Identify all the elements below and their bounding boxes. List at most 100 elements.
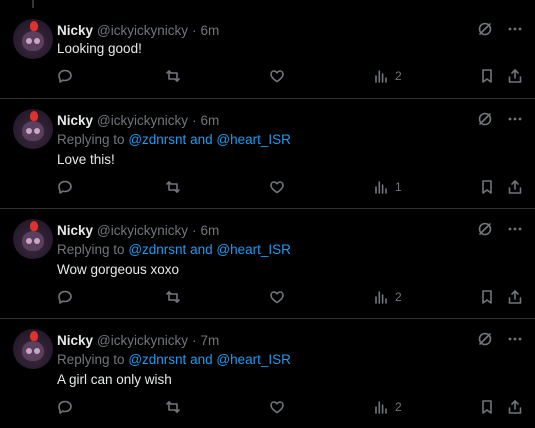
retweet-icon (165, 68, 181, 84)
author-name[interactable]: Nicky (57, 113, 93, 128)
like-button[interactable] (269, 399, 285, 415)
avatar-eye (34, 128, 40, 134)
mention-link[interactable]: @heart_ISR (216, 352, 291, 367)
tweet-actions: 2 (57, 68, 527, 86)
author-handle[interactable]: @ickyickynicky (97, 333, 188, 348)
retweet-button[interactable] (165, 68, 181, 84)
avatar-eye (26, 238, 32, 244)
tweet-text: A girl can only wish (57, 372, 172, 387)
bookmark-button[interactable] (479, 179, 495, 195)
avatar-flame (30, 331, 38, 341)
views-button[interactable]: 2 (373, 399, 402, 415)
tweet-actions: 1 (57, 179, 527, 197)
avatar-flame (30, 221, 38, 231)
avatar-eye (26, 128, 32, 134)
mention-link[interactable]: @zdnrsnt (128, 132, 186, 147)
more-icon[interactable] (507, 111, 523, 127)
reply-icon (57, 399, 73, 415)
avatar[interactable] (13, 19, 53, 59)
retweet-button[interactable] (165, 179, 181, 195)
retweet-button[interactable] (165, 399, 181, 415)
share-button[interactable] (507, 289, 523, 305)
tweet-top-actions (477, 111, 523, 127)
share-button[interactable] (507, 68, 523, 84)
tweet[interactable]: Nicky @ickyickynicky · 6m Replying to @z… (0, 209, 535, 319)
separator: · (192, 112, 197, 128)
tweet-actions: 2 (57, 399, 527, 417)
share-icon (507, 68, 523, 84)
grok-icon[interactable] (477, 111, 493, 127)
avatar-flame (30, 111, 38, 121)
replying-to-prefix: Replying to (57, 242, 125, 257)
tweet[interactable]: Nicky @ickyickynicky · 7m Replying to @z… (0, 319, 535, 428)
share-icon (507, 399, 523, 415)
avatar[interactable] (13, 329, 53, 369)
timestamp[interactable]: 6m (201, 113, 220, 128)
author-name[interactable]: Nicky (57, 333, 93, 348)
grok-icon[interactable] (477, 221, 493, 237)
views-button[interactable]: 1 (373, 179, 402, 195)
author-handle[interactable]: @ickyickynicky (97, 113, 188, 128)
mention-and[interactable]: and (190, 132, 213, 147)
share-icon (507, 289, 523, 305)
author-handle[interactable]: @ickyickynicky (97, 23, 188, 38)
grok-icon[interactable] (477, 331, 493, 347)
avatar[interactable] (13, 219, 53, 259)
reply-icon (57, 179, 73, 195)
share-button[interactable] (507, 179, 523, 195)
views-count: 1 (395, 180, 402, 194)
bookmark-icon (479, 179, 495, 195)
share-button[interactable] (507, 399, 523, 415)
tweet[interactable]: Nicky @ickyickynicky · 6m Looking good! … (0, 0, 535, 99)
author-name[interactable]: Nicky (57, 23, 93, 38)
timestamp[interactable]: 6m (201, 223, 220, 238)
reply-button[interactable] (57, 289, 73, 305)
author-handle[interactable]: @ickyickynicky (97, 223, 188, 238)
retweet-icon (165, 289, 181, 305)
views-button[interactable]: 2 (373, 68, 402, 84)
bookmark-button[interactable] (479, 289, 495, 305)
mention-link[interactable]: @heart_ISR (216, 132, 291, 147)
bookmark-button[interactable] (479, 399, 495, 415)
mention-and[interactable]: and (190, 352, 213, 367)
separator: · (192, 222, 197, 238)
avatar-eye (26, 348, 32, 354)
mention-link[interactable]: @heart_ISR (216, 242, 291, 257)
author-name[interactable]: Nicky (57, 223, 93, 238)
like-button[interactable] (269, 179, 285, 195)
mention-link[interactable]: @zdnrsnt (128, 352, 186, 367)
separator: · (192, 22, 197, 38)
like-button[interactable] (269, 289, 285, 305)
tweet-actions: 2 (57, 289, 527, 307)
views-icon (373, 289, 389, 305)
tweet[interactable]: Nicky @ickyickynicky · 6m Replying to @z… (0, 99, 535, 209)
separator: · (192, 332, 197, 348)
bookmark-button[interactable] (479, 68, 495, 84)
reply-button[interactable] (57, 68, 73, 84)
timestamp[interactable]: 6m (201, 23, 220, 38)
reply-button[interactable] (57, 399, 73, 415)
like-button[interactable] (269, 68, 285, 84)
share-icon (507, 179, 523, 195)
reply-button[interactable] (57, 179, 73, 195)
retweet-button[interactable] (165, 289, 181, 305)
avatar-eye (34, 238, 40, 244)
more-icon[interactable] (507, 221, 523, 237)
bookmark-icon (479, 399, 495, 415)
views-button[interactable]: 2 (373, 289, 402, 305)
retweet-icon (165, 399, 181, 415)
mention-and[interactable]: and (190, 242, 213, 257)
avatar[interactable] (13, 109, 53, 149)
more-icon[interactable] (507, 331, 523, 347)
timestamp[interactable]: 7m (201, 333, 220, 348)
reply-icon (57, 68, 73, 84)
views-icon (373, 179, 389, 195)
heart-icon (269, 399, 285, 415)
bookmark-icon (479, 289, 495, 305)
mention-link[interactable]: @zdnrsnt (128, 242, 186, 257)
more-icon[interactable] (507, 21, 523, 37)
grok-icon[interactable] (477, 21, 493, 37)
tweet-header: Nicky @ickyickynicky · 7m (57, 331, 219, 349)
tweet-header: Nicky @ickyickynicky · 6m (57, 221, 219, 239)
heart-icon (269, 289, 285, 305)
